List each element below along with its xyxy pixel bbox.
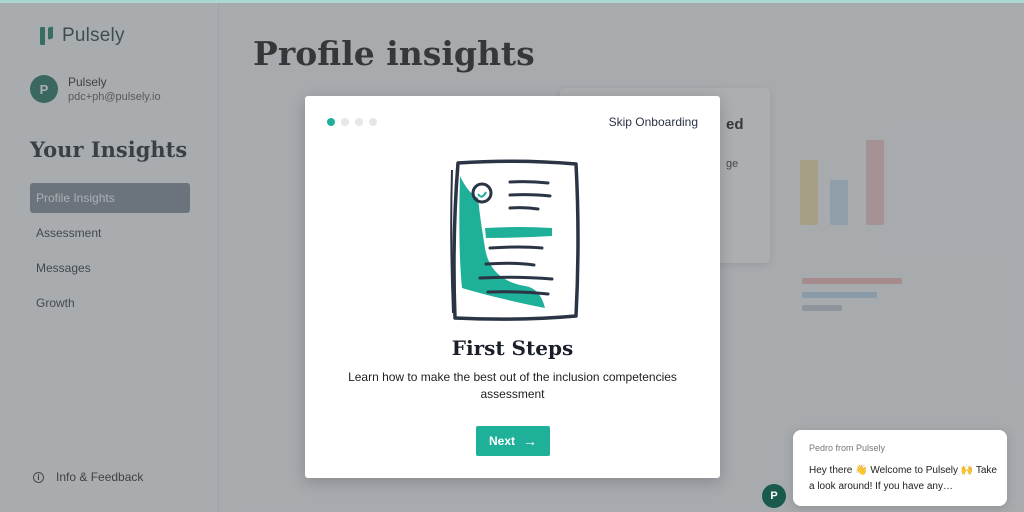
step-indicator: [327, 118, 383, 126]
chat-message-bubble[interactable]: Pedro from Pulsely Hey there 👋 Welcome t…: [793, 430, 1007, 506]
arrow-right-icon: →: [523, 433, 537, 449]
modal-description: Learn how to make the best out of the in…: [348, 370, 677, 401]
chat-sender: Pedro from Pulsely: [809, 443, 886, 453]
step-dot: [369, 118, 377, 126]
top-accent-line: [0, 0, 1024, 3]
step-dot-active: [327, 118, 335, 126]
onboarding-modal: Skip Onboarding First Steps Learn how to…: [305, 96, 720, 478]
chat-message: Hey there 👋 Welcome to Pulsely 🙌 Take a …: [809, 465, 997, 492]
next-button-label: Next: [488, 434, 515, 448]
chat-agent-avatar[interactable]: P: [762, 484, 786, 508]
skip-onboarding-link[interactable]: Skip Onboarding: [609, 115, 698, 129]
next-button[interactable]: Next →: [476, 426, 550, 456]
step-dot: [355, 118, 363, 126]
document-icon: [450, 159, 580, 321]
modal-title: First Steps: [451, 336, 574, 360]
step-dot: [341, 118, 349, 126]
